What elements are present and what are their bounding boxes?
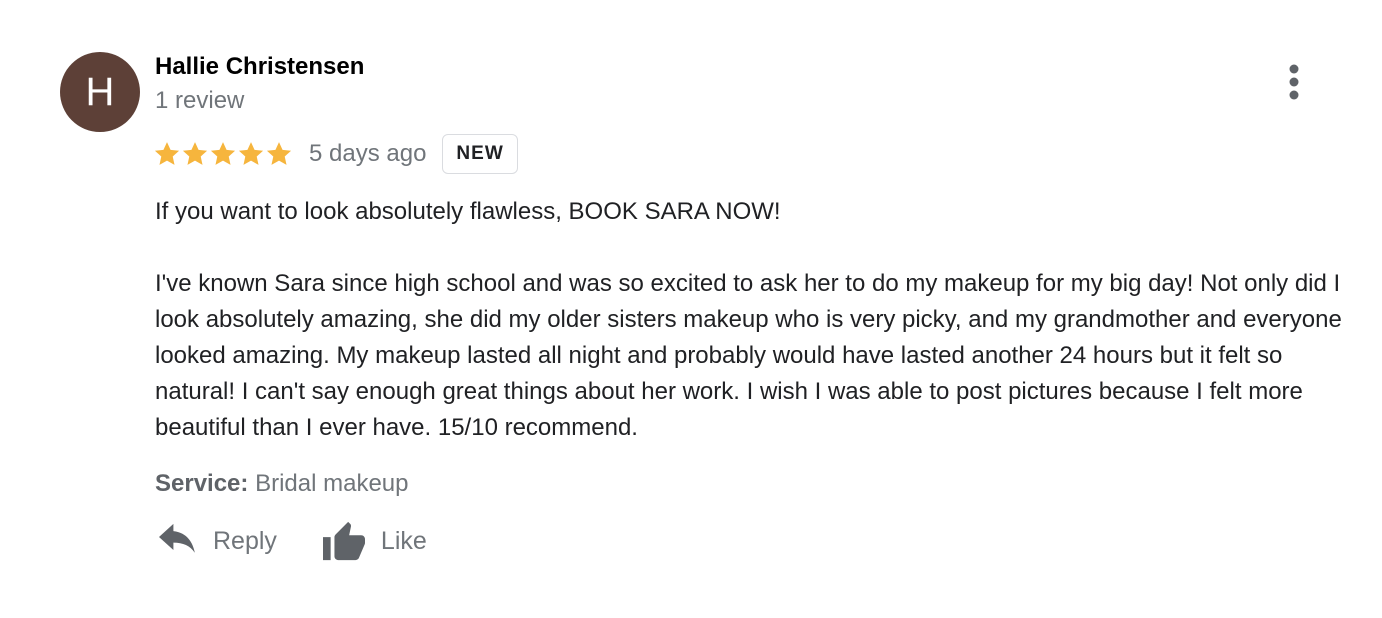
- star-icon: [210, 142, 236, 165]
- service-line: Service: Bridal makeup: [155, 466, 409, 502]
- review-paragraph: I've known Sara since high school and wa…: [155, 270, 1342, 441]
- star-icon: [154, 142, 180, 165]
- reply-icon: [159, 523, 195, 553]
- reply-button[interactable]: Reply: [155, 523, 277, 559]
- author-name[interactable]: Hallie Christensen: [155, 52, 364, 82]
- more-options-button[interactable]: [1280, 62, 1308, 102]
- star-rating: [153, 140, 293, 168]
- avatar[interactable]: H: [60, 52, 140, 132]
- reply-label: Reply: [213, 526, 277, 555]
- star-icon: [266, 142, 292, 165]
- like-button[interactable]: Like: [321, 520, 427, 562]
- more-vert-icon: [1289, 64, 1299, 100]
- review-card: H Hallie Christensen 1 review 5 days ago…: [0, 0, 1382, 618]
- review-actions: Reply Like: [155, 520, 427, 562]
- review-date: 5 days ago: [309, 140, 427, 167]
- service-label: Service:: [155, 470, 249, 497]
- star-icon: [238, 142, 264, 165]
- star-icon: [182, 142, 208, 165]
- new-badge: NEW: [442, 134, 518, 174]
- service-value: Bridal makeup: [255, 470, 409, 497]
- like-label: Like: [380, 526, 427, 555]
- review-meta: 5 days ago NEW: [153, 132, 518, 176]
- thumbs-up-icon: [322, 521, 365, 561]
- review-count[interactable]: 1 review: [155, 86, 244, 116]
- review-paragraph: If you want to look absolutely flawless,…: [155, 198, 781, 225]
- review-text: If you want to look absolutely flawless,…: [155, 194, 1365, 446]
